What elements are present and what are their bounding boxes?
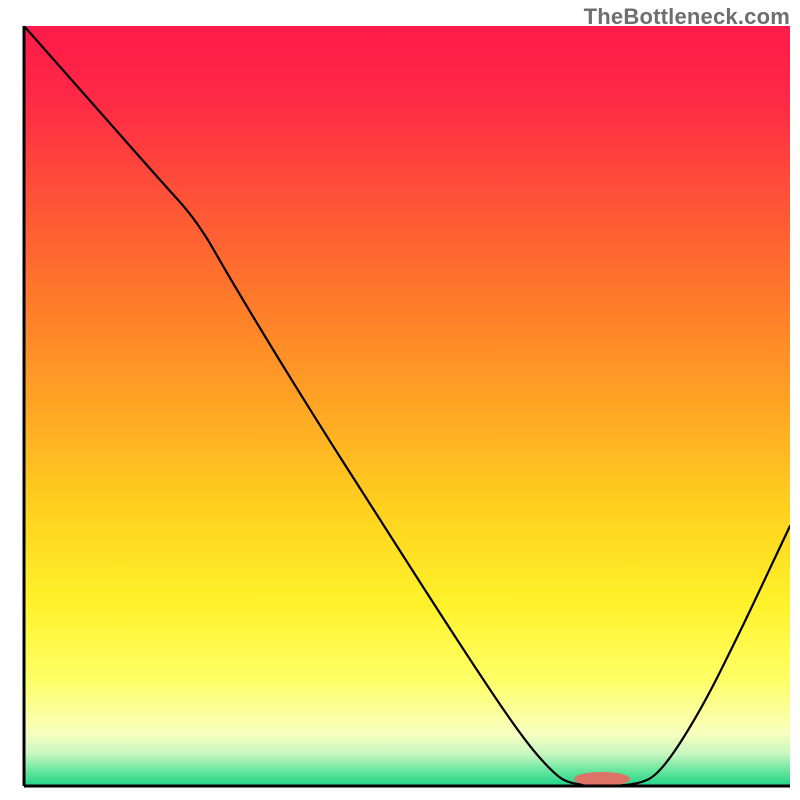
optimal-marker (574, 772, 630, 786)
chart-frame: TheBottleneck.com (0, 0, 800, 800)
bottleneck-chart (0, 0, 800, 800)
watermark-text: TheBottleneck.com (584, 4, 790, 30)
plot-background (24, 26, 790, 786)
